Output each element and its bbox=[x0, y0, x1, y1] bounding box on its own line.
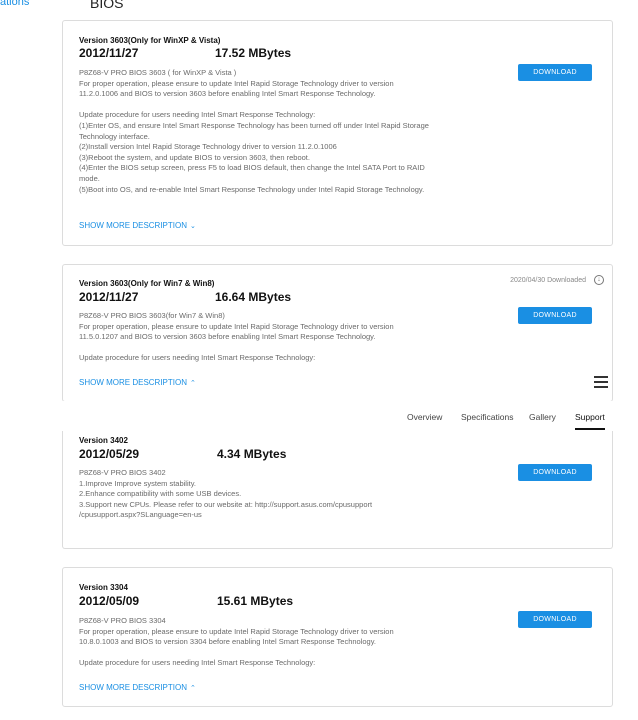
sidebar-link-partial[interactable]: ations bbox=[0, 0, 29, 8]
desc-line: (4)Enter the BIOS setup screen, press F5… bbox=[79, 163, 425, 173]
bios-card-3402: Version 3402 2012/05/29 4.34 MBytes DOWN… bbox=[62, 431, 613, 549]
release-date: 2012/11/27 bbox=[79, 290, 139, 304]
desc-line: (2)Install version Intel Rapid Storage T… bbox=[79, 142, 337, 152]
hamburger-menu-icon[interactable] bbox=[594, 376, 608, 388]
desc-line: 11.2.0.1006 and BIOS to version 3603 bef… bbox=[79, 89, 376, 99]
download-button[interactable]: DOWNLOAD bbox=[518, 64, 592, 81]
tab-support[interactable]: Support bbox=[575, 412, 605, 422]
download-button[interactable]: DOWNLOAD bbox=[518, 464, 592, 481]
release-date: 2012/05/09 bbox=[79, 594, 140, 608]
version-label: Version 3603(Only for WinXP & Vista) bbox=[79, 36, 221, 45]
show-more-description-link[interactable]: SHOW MORE DESCRIPTION ⌃ bbox=[79, 378, 196, 387]
desc-line: P8Z68-V PRO BIOS 3304 bbox=[79, 616, 166, 625]
description: P8Z68-V PRO BIOS 3603 ( for WinXP & Vist… bbox=[79, 68, 479, 195]
tab-overview[interactable]: Overview bbox=[407, 412, 442, 422]
version-label: Version 3402 bbox=[79, 436, 128, 445]
show-more-description-link[interactable]: SHOW MORE DESCRIPTION ⌄ bbox=[79, 221, 196, 230]
show-more-description-link[interactable]: SHOW MORE DESCRIPTION ⌃ bbox=[79, 683, 196, 692]
chevron-up-icon: ⌃ bbox=[190, 685, 196, 692]
version-label: Version 3304 bbox=[79, 583, 128, 592]
desc-line: For proper operation, please ensure to u… bbox=[79, 321, 394, 331]
desc-line: (3)Reboot the system, and update BIOS to… bbox=[79, 152, 310, 162]
desc-line: (1)Enter OS, and ensure Intel Smart Resp… bbox=[79, 120, 429, 130]
desc-line: For proper operation, please ensure to u… bbox=[79, 626, 394, 636]
file-size: 17.52 MBytes bbox=[215, 46, 292, 60]
show-more-label: SHOW MORE DESCRIPTION bbox=[79, 378, 188, 387]
file-size: 4.34 MBytes bbox=[217, 447, 287, 461]
bios-card-3304: Version 3304 2012/05/09 15.61 MBytes DOW… bbox=[62, 567, 613, 707]
download-button[interactable]: DOWNLOAD bbox=[518, 307, 592, 324]
download-circle-icon: ↓ bbox=[594, 275, 604, 285]
description: P8Z68-V PRO BIOS 3304 For proper operati… bbox=[79, 616, 479, 669]
desc-line: 11.5.0.1207 and BIOS to version 3603 bef… bbox=[79, 332, 376, 342]
desc-line: 3.Support new CPUs. Please refer to our … bbox=[79, 499, 373, 509]
show-more-label: SHOW MORE DESCRIPTION bbox=[79, 221, 188, 230]
desc-line: Update procedure for users needing Intel… bbox=[79, 110, 316, 120]
version-label: Version 3603(Only for Win7 & Win8) bbox=[79, 279, 215, 288]
desc-line: 1.Improve Improve system stability. bbox=[79, 478, 196, 488]
download-button[interactable]: DOWNLOAD bbox=[518, 611, 592, 628]
desc-line: (5)Boot into OS, and re-enable Intel Sma… bbox=[79, 184, 425, 194]
tab-gallery[interactable]: Gallery bbox=[529, 412, 556, 422]
file-size: 16.64 MBytes bbox=[215, 290, 292, 304]
desc-line: Technology interface. bbox=[79, 131, 150, 141]
desc-line: mode. bbox=[79, 173, 100, 183]
section-title: BIOS bbox=[90, 0, 124, 11]
bios-card-3603-win7: 2020/04/30 Downloaded ↓ Version 3603(Onl… bbox=[62, 264, 613, 402]
desc-line: Update procedure for users needing Intel… bbox=[79, 353, 316, 363]
desc-line: /cpusupport.aspx?SLanguage=en-us bbox=[79, 510, 202, 520]
bios-card-3603-xp: Version 3603(Only for WinXP & Vista) 201… bbox=[62, 20, 613, 246]
downloaded-status: 2020/04/30 Downloaded bbox=[510, 277, 586, 284]
show-more-label: SHOW MORE DESCRIPTION bbox=[79, 683, 188, 692]
description: P8Z68-V PRO BIOS 3603(for Win7 & Win8) F… bbox=[79, 311, 479, 364]
tab-specifications[interactable]: Specifications bbox=[461, 412, 513, 422]
desc-line: P8Z68-V PRO BIOS 3402 bbox=[79, 468, 166, 477]
release-date: 2012/05/29 bbox=[79, 447, 140, 461]
active-tab-indicator bbox=[575, 428, 605, 430]
chevron-down-icon: ⌄ bbox=[190, 223, 196, 230]
file-size: 15.61 MBytes bbox=[217, 594, 294, 608]
release-date: 2012/11/27 bbox=[79, 46, 139, 60]
desc-line: P8Z68-V PRO BIOS 3603(for Win7 & Win8) bbox=[79, 311, 225, 320]
desc-line: P8Z68-V PRO BIOS 3603 ( for WinXP & Vist… bbox=[79, 68, 237, 77]
desc-line: Update procedure for users needing Intel… bbox=[79, 658, 316, 668]
desc-line: 2.Enhance compatibility with some USB de… bbox=[79, 489, 242, 499]
description: P8Z68-V PRO BIOS 3402 1.Improve Improve … bbox=[79, 468, 479, 521]
desc-line: For proper operation, please ensure to u… bbox=[79, 78, 394, 88]
chevron-up-icon: ⌃ bbox=[190, 380, 196, 387]
desc-line: 10.8.0.1003 and BIOS to version 3304 bef… bbox=[79, 637, 377, 647]
product-nav-bar: Overview Specifications Gallery Support bbox=[0, 401, 638, 431]
